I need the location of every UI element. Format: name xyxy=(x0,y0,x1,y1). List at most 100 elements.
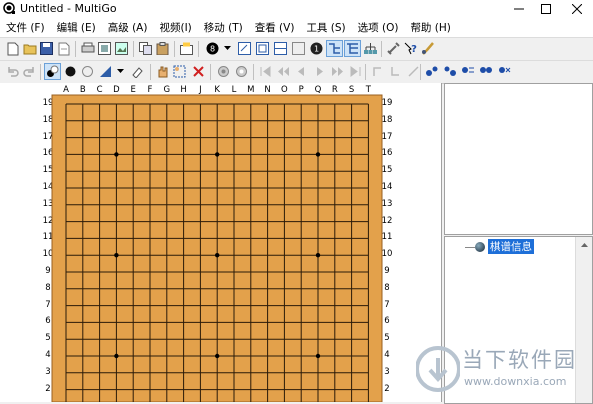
multigo-app-icon xyxy=(3,2,15,14)
open-file-button[interactable] xyxy=(22,41,37,56)
search-button-1[interactable] xyxy=(424,64,439,79)
fast-back-button[interactable] xyxy=(276,64,291,79)
prev-move-button[interactable] xyxy=(294,64,309,79)
image-button[interactable] xyxy=(114,41,129,56)
go-board[interactable] xyxy=(0,83,441,402)
search-button-3[interactable] xyxy=(460,64,475,79)
select-region-button[interactable] xyxy=(172,64,187,79)
chevron-down-icon xyxy=(223,46,231,50)
star-point xyxy=(315,353,321,359)
alternate-stone-button[interactable] xyxy=(44,63,61,80)
branch-icon xyxy=(347,43,358,54)
star-point xyxy=(315,152,321,157)
numbering-dropdown[interactable] xyxy=(222,41,232,56)
fast-forward-icon xyxy=(332,67,343,76)
maximize-icon xyxy=(541,4,551,14)
delete-button[interactable] xyxy=(191,64,206,79)
menu-view[interactable]: 查看 (V) xyxy=(249,20,301,35)
branch-next-button[interactable] xyxy=(406,64,421,79)
comment-panel[interactable] xyxy=(444,83,593,235)
board-view-button-3[interactable] xyxy=(273,41,288,56)
watermark-url: www.downxia.com xyxy=(464,375,567,388)
tree-root-node[interactable]: 棋谱信息 xyxy=(488,239,534,254)
copy-button[interactable] xyxy=(138,41,153,56)
white-stone-button[interactable] xyxy=(80,64,95,79)
redo-button[interactable] xyxy=(22,64,37,79)
marker-button[interactable] xyxy=(98,64,113,79)
maximize-button[interactable] xyxy=(531,0,561,18)
delete-x-icon xyxy=(193,66,204,77)
properties-button[interactable] xyxy=(179,41,194,56)
watermark-logo-icon xyxy=(416,346,460,393)
first-move-button[interactable] xyxy=(258,64,273,79)
gray-circle-icon xyxy=(218,66,229,77)
save-button[interactable] xyxy=(39,41,54,56)
search-icon xyxy=(461,67,474,73)
minimize-button[interactable] xyxy=(504,0,534,18)
star-point xyxy=(114,152,119,157)
svg-text:8: 8 xyxy=(210,45,215,54)
board-frame-icon xyxy=(274,42,287,55)
numbering-button[interactable]: 8 xyxy=(205,41,220,56)
eraser-button[interactable] xyxy=(130,64,145,79)
print-button[interactable] xyxy=(80,41,95,56)
branch-view-button-2[interactable] xyxy=(344,40,361,57)
search-button-4[interactable] xyxy=(478,64,493,79)
menu-file[interactable]: 文件 (F) xyxy=(0,20,51,35)
undo-button[interactable] xyxy=(5,64,20,79)
chevron-up-icon xyxy=(580,242,588,247)
minimize-icon xyxy=(514,8,524,10)
preview-button[interactable] xyxy=(97,41,112,56)
score-button-2[interactable] xyxy=(234,64,249,79)
fast-forward-button[interactable] xyxy=(330,64,345,79)
preview-icon xyxy=(98,42,111,55)
black-stone-button[interactable] xyxy=(63,64,78,79)
menu-tools[interactable]: 工具 (S) xyxy=(300,20,351,35)
triangle-marker-icon xyxy=(100,66,111,77)
board-frame-icon xyxy=(238,42,251,55)
score-button-1[interactable] xyxy=(216,64,231,79)
search-icon xyxy=(498,67,510,73)
board-frame-icon xyxy=(292,42,305,55)
branch-next-icon xyxy=(408,66,419,77)
select-region-icon xyxy=(173,65,186,78)
tree-view-button[interactable] xyxy=(363,41,378,56)
menu-edit[interactable]: 编辑 (E) xyxy=(51,20,102,35)
search-icon xyxy=(479,67,492,73)
branch-up-button[interactable] xyxy=(370,64,385,79)
menu-advanced[interactable]: 高级 (A) xyxy=(102,20,154,35)
search-button-2[interactable] xyxy=(442,64,457,79)
tools-button[interactable] xyxy=(386,41,401,56)
close-button[interactable] xyxy=(562,0,592,18)
hand-tool-button[interactable] xyxy=(155,64,170,79)
menu-help[interactable]: 帮助 (H) xyxy=(404,20,456,35)
paste-button[interactable] xyxy=(155,41,170,56)
last-move-button[interactable] xyxy=(348,64,363,79)
number-stone-icon: 8 xyxy=(206,42,219,55)
star-point xyxy=(114,353,119,359)
gray-circle-icon xyxy=(236,66,247,77)
menu-video[interactable]: 视频(I) xyxy=(153,20,197,35)
board-view-button-4[interactable] xyxy=(291,41,306,56)
new-file-button[interactable] xyxy=(5,41,20,56)
board-view-button-1[interactable] xyxy=(237,41,252,56)
board-frame-icon xyxy=(256,42,269,55)
search-icon xyxy=(425,66,437,76)
tree-icon xyxy=(364,43,377,54)
branch-view-button-1[interactable] xyxy=(326,40,343,57)
menu-options[interactable]: 选项 (O) xyxy=(352,20,405,35)
move-number-button[interactable]: 1 xyxy=(309,41,324,56)
marker-dropdown[interactable] xyxy=(115,64,125,79)
eraser-icon xyxy=(132,67,143,78)
save-as-button[interactable] xyxy=(56,41,71,56)
menu-bar: 文件 (F) 编辑 (E) 高级 (A) 视频(I) 移动 (T) 查看 (V)… xyxy=(0,18,593,37)
menu-move[interactable]: 移动 (T) xyxy=(198,20,249,35)
help-context-button[interactable]: ? xyxy=(403,41,418,56)
scroll-up-button[interactable] xyxy=(576,237,592,253)
redo-icon xyxy=(23,67,34,77)
branch-down-button[interactable] xyxy=(388,64,403,79)
settings-button[interactable] xyxy=(420,41,435,56)
board-view-button-2[interactable] xyxy=(255,41,270,56)
search-button-5[interactable] xyxy=(496,64,511,79)
next-move-button[interactable] xyxy=(312,64,327,79)
